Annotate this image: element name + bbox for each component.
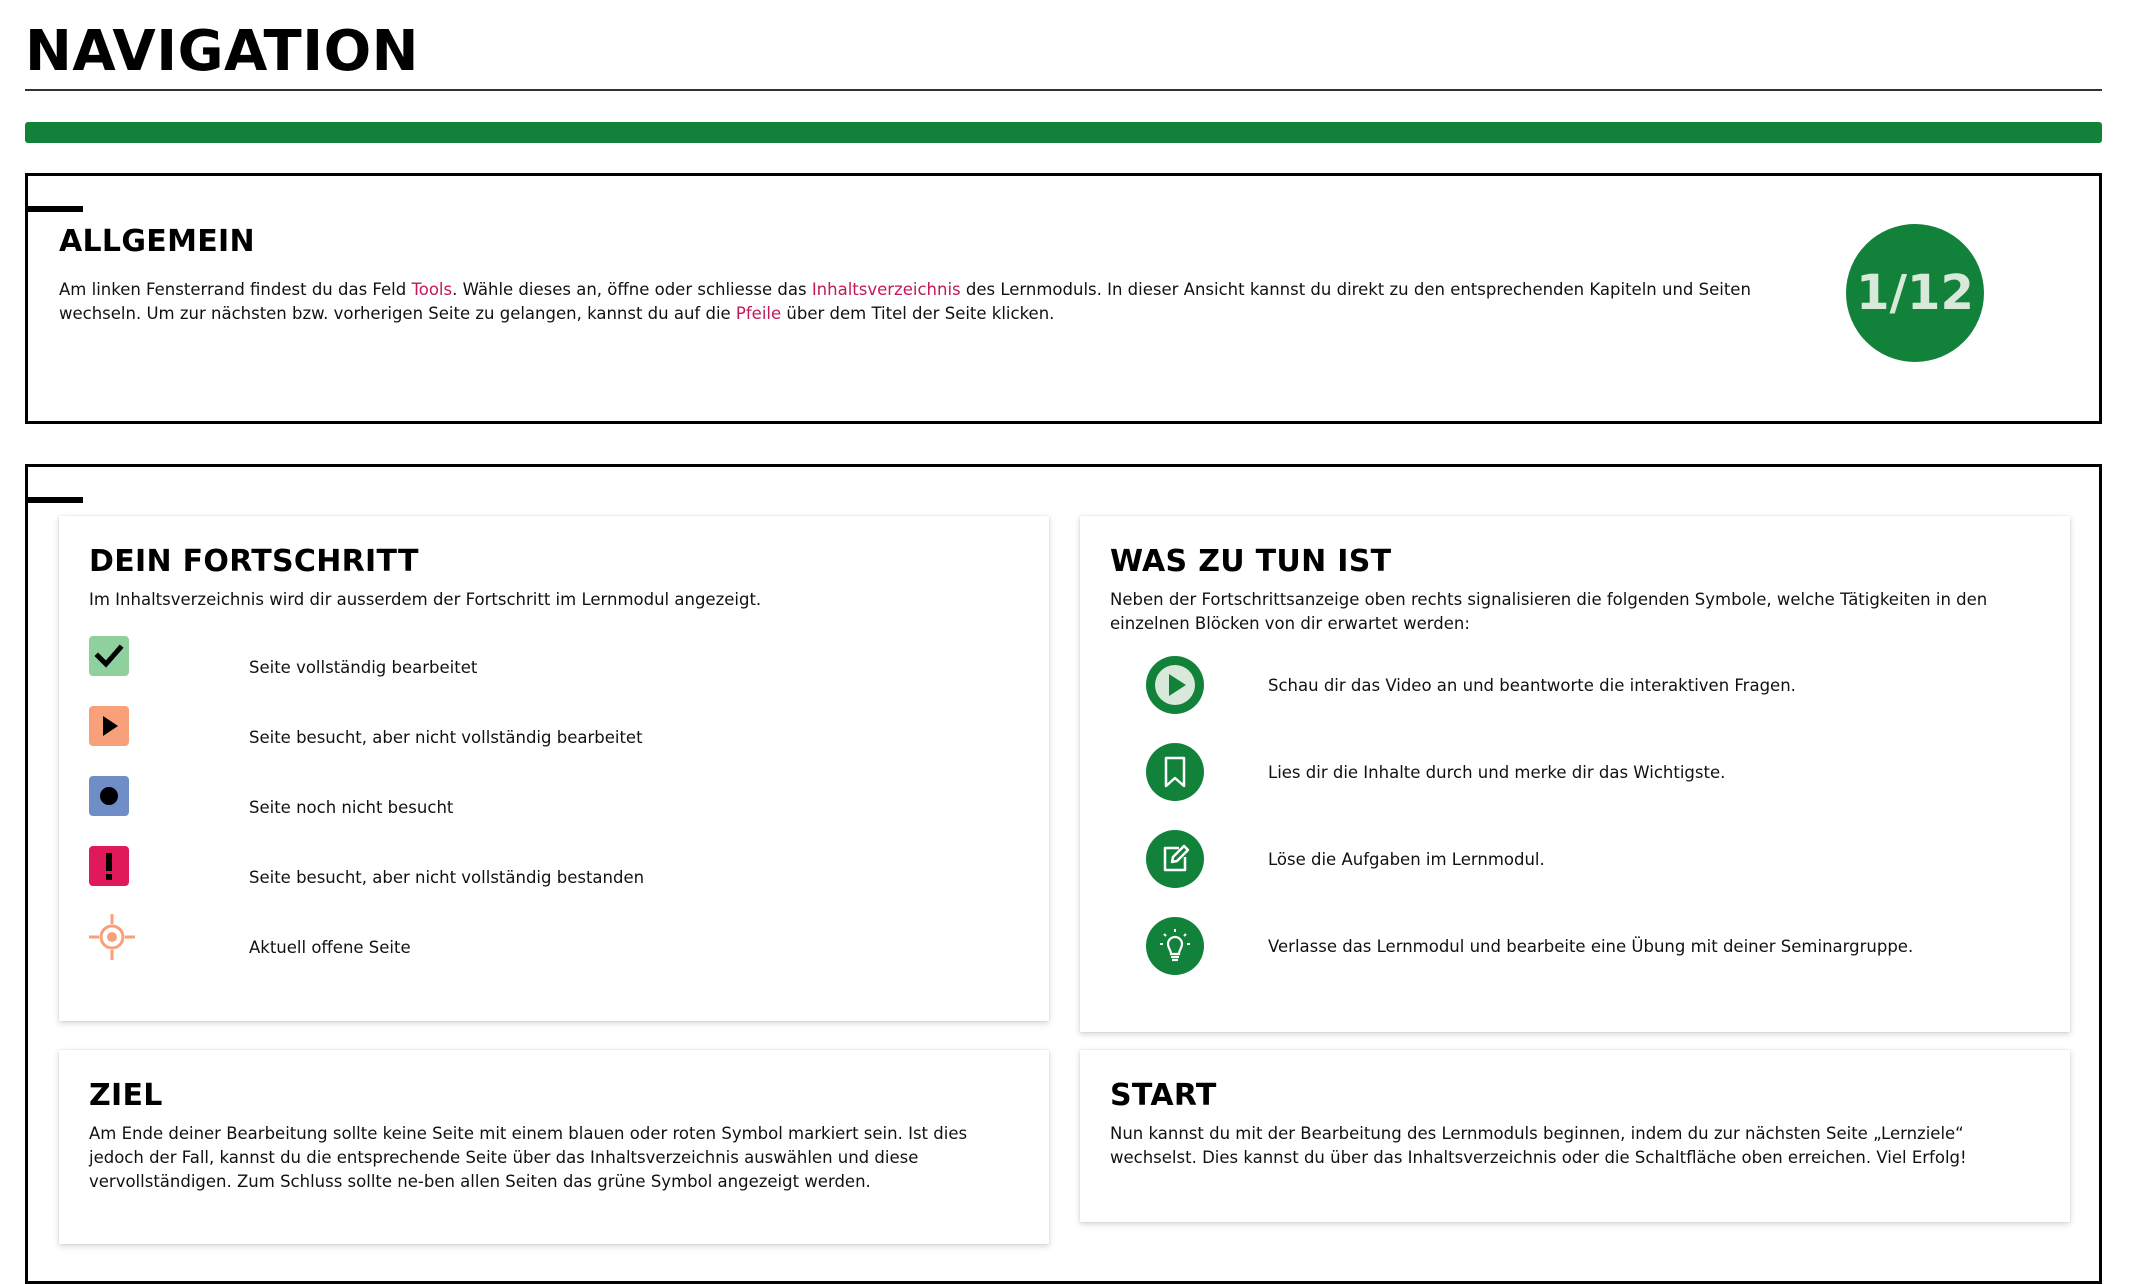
page-counter-badge: 1/12: [1846, 224, 1984, 362]
page-title: NAVIGATION: [25, 19, 420, 84]
task-label: Verlasse das Lernmodul und bearbeite ein…: [1268, 937, 1914, 956]
general-text-part: über dem Titel der Seite klicken.: [781, 304, 1055, 323]
status-item-visited: Seite besucht, aber nicht vollständig be…: [89, 706, 989, 750]
crosshair-icon: [89, 914, 135, 960]
module-progress-bar: [25, 122, 2102, 143]
goal-card-text: Am Ende deiner Bearbeitung sollte keine …: [89, 1124, 968, 1191]
bookmark-icon: [1146, 743, 1204, 801]
main-section: DEIN FORTSCHRITT Im Inhaltsverzeichnis w…: [25, 464, 2102, 1284]
general-text-part: . Wähle dieses an, öffne oder schliesse …: [452, 280, 812, 299]
dot-icon: [89, 776, 129, 816]
todo-card: WAS ZU TUN IST Neben der Fortschrittsanz…: [1080, 516, 2070, 1032]
general-heading: ALLGEMEIN: [59, 224, 255, 259]
task-label: Löse die Aufgaben im Lernmodul.: [1268, 850, 1545, 869]
progress-card: DEIN FORTSCHRITT Im Inhaltsverzeichnis w…: [59, 516, 1049, 1021]
status-label: Seite noch nicht besucht: [249, 798, 454, 817]
progress-card-intro: Im Inhaltsverzeichnis wird dir ausserdem…: [89, 590, 762, 609]
goal-card: ZIEL Am Ende deiner Bearbeitung sollte k…: [59, 1050, 1049, 1244]
progress-card-heading: DEIN FORTSCHRITT: [89, 544, 419, 579]
general-text-part: Am linken Fensterrand findest du das Fel…: [59, 280, 412, 299]
general-text: Am linken Fensterrand findest du das Fel…: [59, 278, 1779, 326]
task-item-read: Lies dir die Inhalte durch und merke dir…: [1146, 743, 2026, 803]
general-section: ALLGEMEIN Am linken Fensterrand findest …: [25, 173, 2102, 424]
module-progress-fill: [25, 122, 2102, 143]
play-circle-icon: [1146, 656, 1204, 714]
section-tab-marker: [25, 206, 83, 212]
exclamation-icon: [89, 846, 129, 886]
task-item-seminar: Verlasse das Lernmodul und bearbeite ein…: [1146, 917, 2026, 977]
arrows-link[interactable]: Pfeile: [736, 304, 781, 323]
task-label: Schau dir das Video an und beantworte di…: [1268, 676, 1796, 695]
task-item-video: Schau dir das Video an und beantworte di…: [1146, 656, 2026, 716]
status-item-complete: Seite vollständig bearbeitet: [89, 636, 989, 680]
play-icon: [89, 706, 129, 746]
goal-card-heading: ZIEL: [89, 1078, 163, 1113]
lightbulb-icon: [1146, 917, 1204, 975]
status-label: Seite vollständig bearbeitet: [249, 658, 478, 677]
checkmark-icon: [89, 636, 129, 676]
status-label: Seite besucht, aber nicht vollständig be…: [249, 868, 645, 887]
start-card-text: Nun kannst du mit der Bearbeitung des Le…: [1110, 1124, 1967, 1167]
start-card: START Nun kannst du mit der Bearbeitung …: [1080, 1050, 2070, 1222]
status-item-not-passed: Seite besucht, aber nicht vollständig be…: [89, 846, 989, 890]
status-item-current: Aktuell offene Seite: [89, 914, 989, 960]
tools-link[interactable]: Tools: [411, 280, 452, 299]
todo-card-heading: WAS ZU TUN IST: [1110, 544, 1392, 579]
task-label: Lies dir die Inhalte durch und merke dir…: [1268, 763, 1726, 782]
start-card-heading: START: [1110, 1078, 1217, 1113]
status-item-not-visited: Seite noch nicht besucht: [89, 776, 989, 820]
section-tab-marker: [25, 497, 83, 503]
status-label: Aktuell offene Seite: [249, 938, 411, 957]
task-item-exercise: Löse die Aufgaben im Lernmodul.: [1146, 830, 2026, 890]
title-divider: [25, 89, 2102, 91]
status-label: Seite besucht, aber nicht vollständig be…: [249, 728, 643, 747]
table-of-contents-link[interactable]: Inhaltsverzeichnis: [812, 280, 961, 299]
edit-icon: [1146, 830, 1204, 888]
todo-card-intro: Neben der Fortschrittsanzeige oben recht…: [1110, 590, 1988, 633]
